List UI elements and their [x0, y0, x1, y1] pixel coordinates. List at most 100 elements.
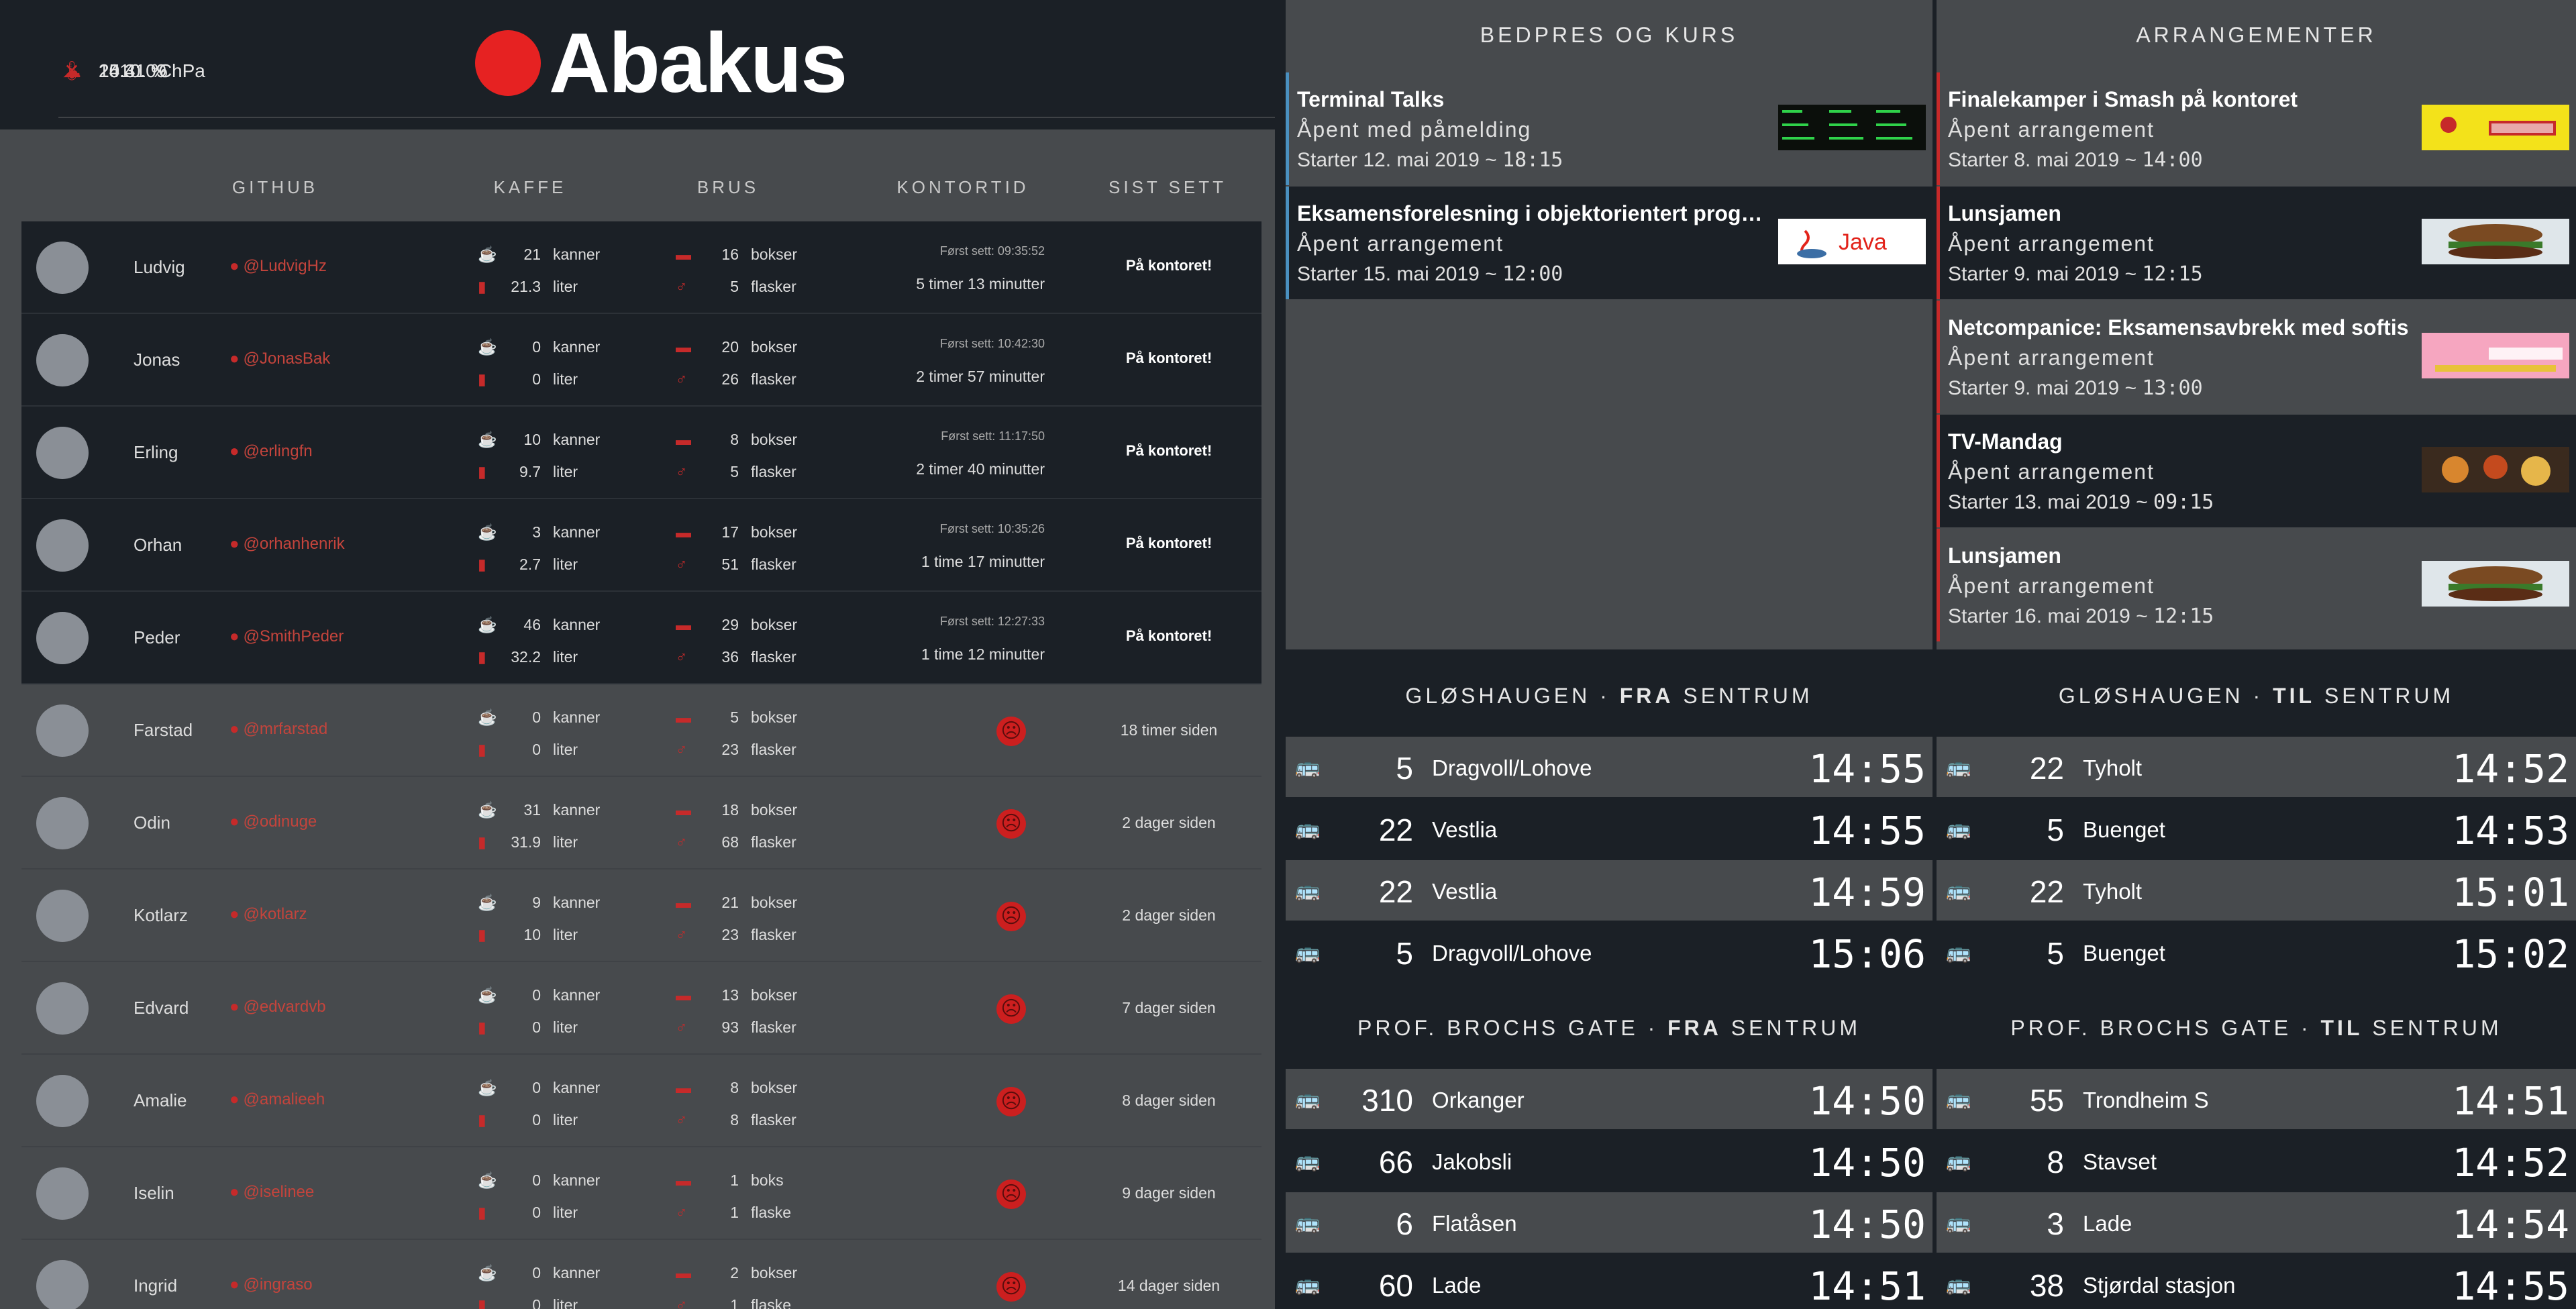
bus-line: 22 — [2029, 751, 2064, 786]
soda-cans-unit: bokser — [751, 801, 798, 819]
bus-line: 66 — [1378, 1145, 1413, 1180]
coffee-pots-unit: kanner — [553, 801, 601, 819]
last-seen: 14 dager siden — [1117, 1277, 1221, 1294]
coffee-icon: ☕ — [478, 986, 497, 1004]
coffee-pots-value: 0 — [532, 1079, 541, 1096]
github-link[interactable]: ● @kotlarz — [229, 905, 307, 924]
cup-icon: ▮ — [478, 556, 486, 573]
event-item[interactable]: Lunsjamen Åpent arrangement Starter 9. mai… — [1937, 187, 2576, 299]
cup-icon: ▮ — [478, 1018, 486, 1036]
github-link[interactable]: ● @orhanhenrik — [229, 535, 345, 554]
github-handle: @edvardvb — [243, 998, 326, 1016]
soda-cans-value: 21 — [721, 894, 739, 911]
github-link[interactable]: ● @SmithPeder — [229, 627, 344, 646]
github-link[interactable]: ● @iselinee — [229, 1183, 314, 1202]
first-seen: Først sett: 10:42:30 — [939, 337, 1045, 350]
bus-line: 38 — [2029, 1268, 2064, 1303]
github-link[interactable]: ● @mrfarstad — [229, 720, 327, 739]
office-duration: 1 time 12 minutter — [921, 645, 1045, 663]
avatar — [36, 612, 89, 664]
event-item[interactable]: Eksamensforelesning i objektorientert pr… — [1286, 187, 1933, 299]
event-date-text: Starter 15. mai 2019 ~ — [1297, 263, 1503, 285]
sensor-value: 1010.09 hPa — [99, 60, 205, 81]
avatar — [36, 797, 89, 849]
food-image — [2422, 447, 2569, 492]
office-panel: 🌡25.31 °C☁24.41 %✕1010.09 hPa Abakus 145… — [0, 0, 2500, 1309]
person-name: Kotlarz — [134, 905, 188, 925]
bedpres-title: BEDPRES OG KURS — [1480, 23, 1739, 47]
coffee-pots-unit: kanner — [553, 1171, 601, 1189]
event-time: 13:00 — [2142, 376, 2203, 400]
github-link[interactable]: ● @edvardvb — [229, 998, 326, 1016]
coffee-liters-value: 0 — [532, 370, 541, 388]
github-handle: @mrfarstad — [243, 720, 328, 738]
event-item[interactable]: Terminal Talks Åpent med påmelding Starter… — [1286, 72, 1933, 185]
bus-destination: Stavset — [2083, 1149, 2157, 1174]
event-item[interactable]: TV-Mandag Åpent arrangement Starter 13. ma… — [1937, 415, 2576, 527]
bedpres-panel: BEDPRES OG KURS Terminal Talks Åpent med … — [1286, 0, 1933, 649]
coffee-liters-value: 32.2 — [511, 648, 541, 666]
status-label: På kontoret! — [1125, 535, 1213, 552]
event-item[interactable]: Lunsjamen Åpent arrangement Starter 16. ma… — [1937, 529, 2576, 641]
event-title: Lunsjamen — [1948, 201, 2061, 225]
coffee-icon: ☕ — [478, 1079, 497, 1096]
coffee-liters-value: 21.3 — [511, 278, 541, 295]
office-duration: 2 timer 57 minutter — [916, 368, 1045, 385]
person-row: Kotlarz ● @kotlarz ☕ 9 kanner ▮ 10 liter ▬ 21 bokse… — [21, 870, 1261, 962]
bus-icon: 🚌 — [1295, 818, 1321, 840]
coffee-liters-unit: liter — [553, 1296, 578, 1309]
coffee-liters-value: 0 — [532, 741, 541, 758]
sad-face-icon: ☹ — [996, 717, 1026, 746]
first-seen: Først sett: 12:27:33 — [939, 615, 1045, 628]
soda-cans-value: 13 — [721, 986, 739, 1004]
bus-destination: Buenget — [2083, 817, 2165, 842]
coffee-icon: ☕ — [478, 801, 497, 819]
github-link[interactable]: ● @erlingfn — [229, 442, 313, 461]
coffee-pots-unit: kanner — [553, 709, 601, 726]
coffee-pots-value: 0 — [532, 709, 541, 726]
avatar — [36, 982, 89, 1035]
bus-title-direction: TIL — [2273, 684, 2316, 708]
soda-cans-value: 18 — [721, 801, 739, 819]
soda-can-icon: ▬ — [676, 1171, 691, 1189]
bus-time: 14:50 — [1808, 1140, 1926, 1186]
soda-cans-unit: bokser — [751, 894, 798, 911]
bottle-icon: ♂ — [676, 648, 688, 666]
bus-icon: 🚌 — [1946, 941, 1971, 963]
coffee-pots-value: 10 — [523, 431, 541, 448]
github-link[interactable]: ● @LudvigHz — [229, 257, 327, 276]
coffee-liters-value: 31.9 — [511, 833, 541, 851]
event-date: Starter 15. mai 2019 ~ 12:00 — [1297, 262, 1563, 286]
coffee-liters-unit: liter — [553, 1111, 578, 1129]
soda-bottles-value: 1 — [730, 1204, 739, 1221]
bus-panel-title: PROF. BROCHS GATE · TIL SENTRUM — [1937, 1016, 2576, 1041]
soda-cans-unit: bokser — [751, 523, 798, 541]
coffee-pots-unit: kanner — [553, 1079, 601, 1096]
github-link[interactable]: ● @amalieeh — [229, 1090, 325, 1109]
soda-bottles: ♂ 26 flasker — [676, 370, 796, 388]
coffee-liters-unit: liter — [553, 648, 578, 666]
bus-icon: 🚌 — [1946, 756, 1971, 778]
event-item[interactable]: Finalekamper i Smash på kontoret Åpent ar… — [1937, 72, 2576, 185]
coffee-pots-unit: kanner — [553, 523, 601, 541]
coffee-liters-value: 10 — [523, 926, 541, 943]
coffee-pots: ☕ 46 kanner — [478, 616, 600, 634]
bus-title-stop: GLØSHAUGEN · — [2058, 684, 2273, 708]
cup-icon: ▮ — [478, 1111, 486, 1129]
sad-face-icon: ☹ — [996, 1087, 1026, 1116]
coffee-liters-unit: liter — [553, 463, 578, 480]
github-link[interactable]: ● @ingraso — [229, 1275, 313, 1294]
github-link[interactable]: ● @JonasBak — [229, 350, 330, 368]
bus-icon: 🚌 — [1295, 941, 1321, 963]
event-time: 12:15 — [2142, 262, 2203, 286]
person-name: Orhan — [134, 535, 183, 555]
bus-title-stop: PROF. BROCHS GATE · — [1357, 1016, 1668, 1040]
github-link[interactable]: ● @odinuge — [229, 813, 317, 831]
status-label: På kontoret! — [1125, 442, 1213, 459]
coffee-liters-unit: liter — [553, 370, 578, 388]
event-item[interactable]: Netcompanice: Eksamensavbrekk med softis… — [1937, 301, 2576, 413]
event-status: Åpent arrangement — [1948, 231, 2155, 256]
bottle-icon: ♂ — [676, 1296, 688, 1309]
sad-face-icon: ☹ — [996, 809, 1026, 839]
github-handle: @iselinee — [243, 1183, 315, 1201]
